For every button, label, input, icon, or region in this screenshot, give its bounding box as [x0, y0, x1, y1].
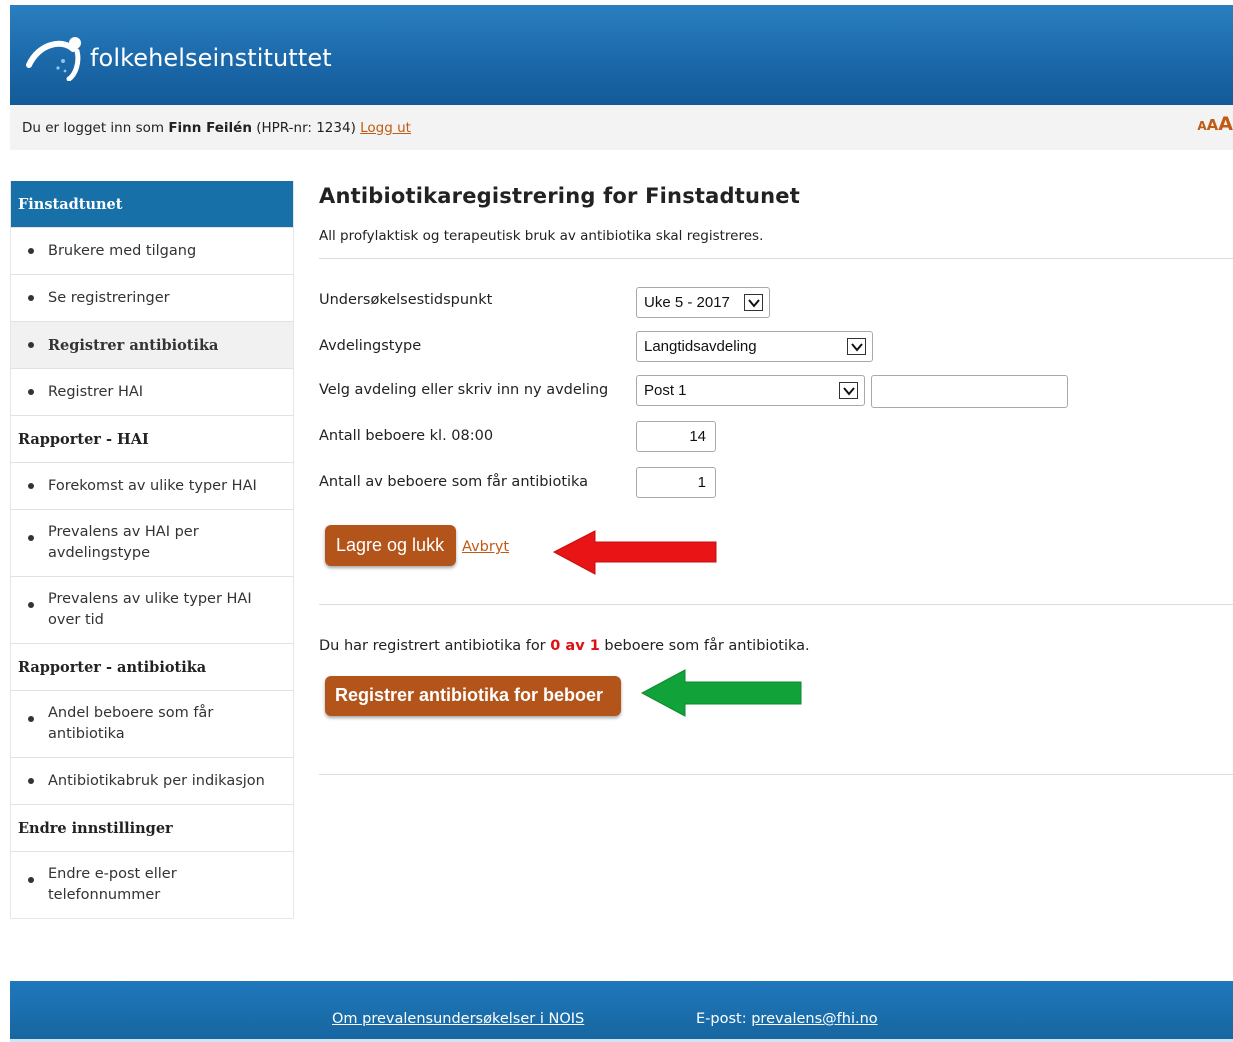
divider	[319, 604, 1233, 605]
sidebar-nav: Finstadtunet Brukere med tilgang Se regi…	[10, 181, 294, 919]
about-link[interactable]: Om prevalensundersøkelser i NOIS	[332, 1011, 584, 1027]
page-title: Antibiotikaregistrering for Finstadtunet	[319, 184, 800, 208]
site-logo[interactable]: folkehelseinstituttet	[25, 35, 332, 82]
footer-email: E-post: prevalens@fhi.no	[696, 1011, 878, 1027]
antibiotic-residents-input[interactable]: 1	[636, 467, 716, 498]
sidebar-item-label: Prevalens av HAI per avdelingstype	[48, 524, 199, 561]
sidebar-item-prevalens-over-tid[interactable]: Prevalens av ulike typer HAI over tid	[11, 576, 293, 643]
sidebar-item-se-registreringer[interactable]: Se registreringer	[11, 274, 293, 321]
status-prefix: Du har registrert antibiotika for	[319, 638, 551, 654]
save-close-button[interactable]: Lagre og lukk	[325, 525, 456, 566]
divider	[319, 258, 1233, 259]
ward-select[interactable]: Post 1	[636, 375, 865, 406]
sidebar-item-prevalens-avdelingstype[interactable]: Prevalens av HAI per avdelingstype	[11, 509, 293, 576]
bullet-icon	[28, 295, 34, 301]
text-size-controls: AAA	[1197, 113, 1233, 135]
status-count: 0 av 1	[550, 638, 600, 654]
email-label: E-post:	[696, 1011, 752, 1027]
green-arrow-icon	[640, 669, 802, 717]
sidebar-item-antibiotikabruk[interactable]: Antibiotikabruk per indikasjon	[11, 757, 293, 804]
sidebar-item-label: Registrer HAI	[48, 383, 144, 400]
logo-text: folkehelseinstituttet	[90, 44, 332, 72]
sidebar-item-registrer-hai[interactable]: Registrer HAI	[11, 368, 293, 415]
bullet-icon	[28, 483, 34, 489]
sidebar-section-rapporter-hai: Rapporter - HAI	[11, 415, 293, 462]
site-header: folkehelseinstituttet	[10, 5, 1233, 105]
text-size-large-button[interactable]: A	[1218, 113, 1233, 135]
sidebar-item-label: Se registreringer	[48, 289, 170, 306]
sidebar-item-label: Andel beboere som får antibiotika	[48, 705, 214, 742]
bullet-icon	[28, 248, 34, 254]
sidebar-item-label: Endre e-post eller telefonnummer	[48, 866, 177, 903]
sidebar-title[interactable]: Finstadtunet	[11, 181, 293, 227]
residents-input[interactable]: 14	[636, 421, 716, 452]
bullet-icon	[28, 535, 34, 541]
ward-label: Velg avdeling eller skriv inn ny avdelin…	[319, 382, 609, 398]
user-name: Finn Feilén	[168, 120, 252, 136]
chevron-down-icon	[839, 382, 858, 399]
sidebar-item-endre-epost[interactable]: Endre e-post eller telefonnummer	[11, 851, 293, 918]
bullet-icon	[28, 342, 34, 348]
residents-label: Antall beboere kl. 08:00	[319, 428, 494, 444]
main-content: Antibiotikaregistrering for Finstadtunet…	[319, 184, 1233, 244]
bullet-icon	[28, 716, 34, 722]
chevron-down-icon	[744, 294, 763, 311]
logout-link[interactable]: Logg ut	[360, 120, 411, 136]
text-size-medium-button[interactable]: A	[1207, 116, 1219, 134]
login-prefix: Du er logget inn som	[22, 120, 169, 136]
sidebar-item-brukere[interactable]: Brukere med tilgang	[11, 227, 293, 274]
sidebar-item-label: Antibiotikabruk per indikasjon	[48, 772, 265, 789]
ward-type-value: Langtidsavdeling	[644, 338, 757, 355]
antibiotic-residents-label: Antall av beboere som får antibiotika	[319, 474, 589, 490]
ward-value: Post 1	[644, 382, 687, 399]
survey-time-value: Uke 5 - 2017	[644, 294, 730, 311]
bullet-icon	[28, 877, 34, 883]
site-footer: Om prevalensundersøkelser i NOIS E-post:…	[10, 981, 1233, 1042]
chevron-down-icon	[847, 338, 866, 355]
sidebar-item-andel-beboere[interactable]: Andel beboere som får antibiotika	[11, 690, 293, 757]
survey-time-select[interactable]: Uke 5 - 2017	[636, 287, 770, 318]
sidebar-item-forekomst-hai[interactable]: Forekomst av ulike typer HAI	[11, 462, 293, 509]
login-status: Du er logget inn som Finn Feilén (HPR-nr…	[22, 120, 411, 136]
sidebar-item-label: Forekomst av ulike typer HAI	[48, 477, 257, 494]
intro-text: All profylaktisk og terapeutisk bruk av …	[319, 228, 764, 244]
sidebar-section-rapporter-antibiotika: Rapporter - antibiotika	[11, 643, 293, 690]
email-link[interactable]: prevalens@fhi.no	[751, 1011, 877, 1027]
red-arrow-icon	[552, 530, 717, 575]
sidebar-section-endre-innstillinger: Endre innstillinger	[11, 804, 293, 851]
ward-type-select[interactable]: Langtidsavdeling	[636, 331, 873, 362]
text-size-small-button[interactable]: A	[1197, 119, 1206, 133]
sidebar-item-registrer-antibiotika[interactable]: Registrer antibiotika	[11, 321, 293, 368]
sidebar-item-label: Brukere med tilgang	[48, 242, 197, 259]
hpr-number: (HPR-nr: 1234)	[251, 120, 361, 136]
bullet-icon	[28, 778, 34, 784]
sidebar-item-label: Registrer antibiotika	[48, 336, 219, 354]
logo-swoosh-icon	[25, 35, 87, 82]
cancel-link[interactable]: Avbryt	[462, 539, 509, 555]
registration-status: Du har registrert antibiotika for 0 av 1…	[319, 638, 810, 654]
survey-time-label: Undersøkelsestidspunkt	[319, 292, 493, 308]
bullet-icon	[28, 602, 34, 608]
register-antibiotic-button[interactable]: Registrer antibiotika for beboer	[325, 676, 621, 716]
divider	[319, 774, 1233, 775]
ward-type-label: Avdelingstype	[319, 338, 422, 354]
status-suffix: beboere som får antibiotika.	[599, 638, 810, 654]
sidebar-item-label: Prevalens av ulike typer HAI over tid	[48, 591, 252, 628]
login-bar: Du er logget inn som Finn Feilén (HPR-nr…	[10, 105, 1233, 150]
bullet-icon	[28, 389, 34, 395]
new-ward-input[interactable]	[871, 375, 1068, 408]
